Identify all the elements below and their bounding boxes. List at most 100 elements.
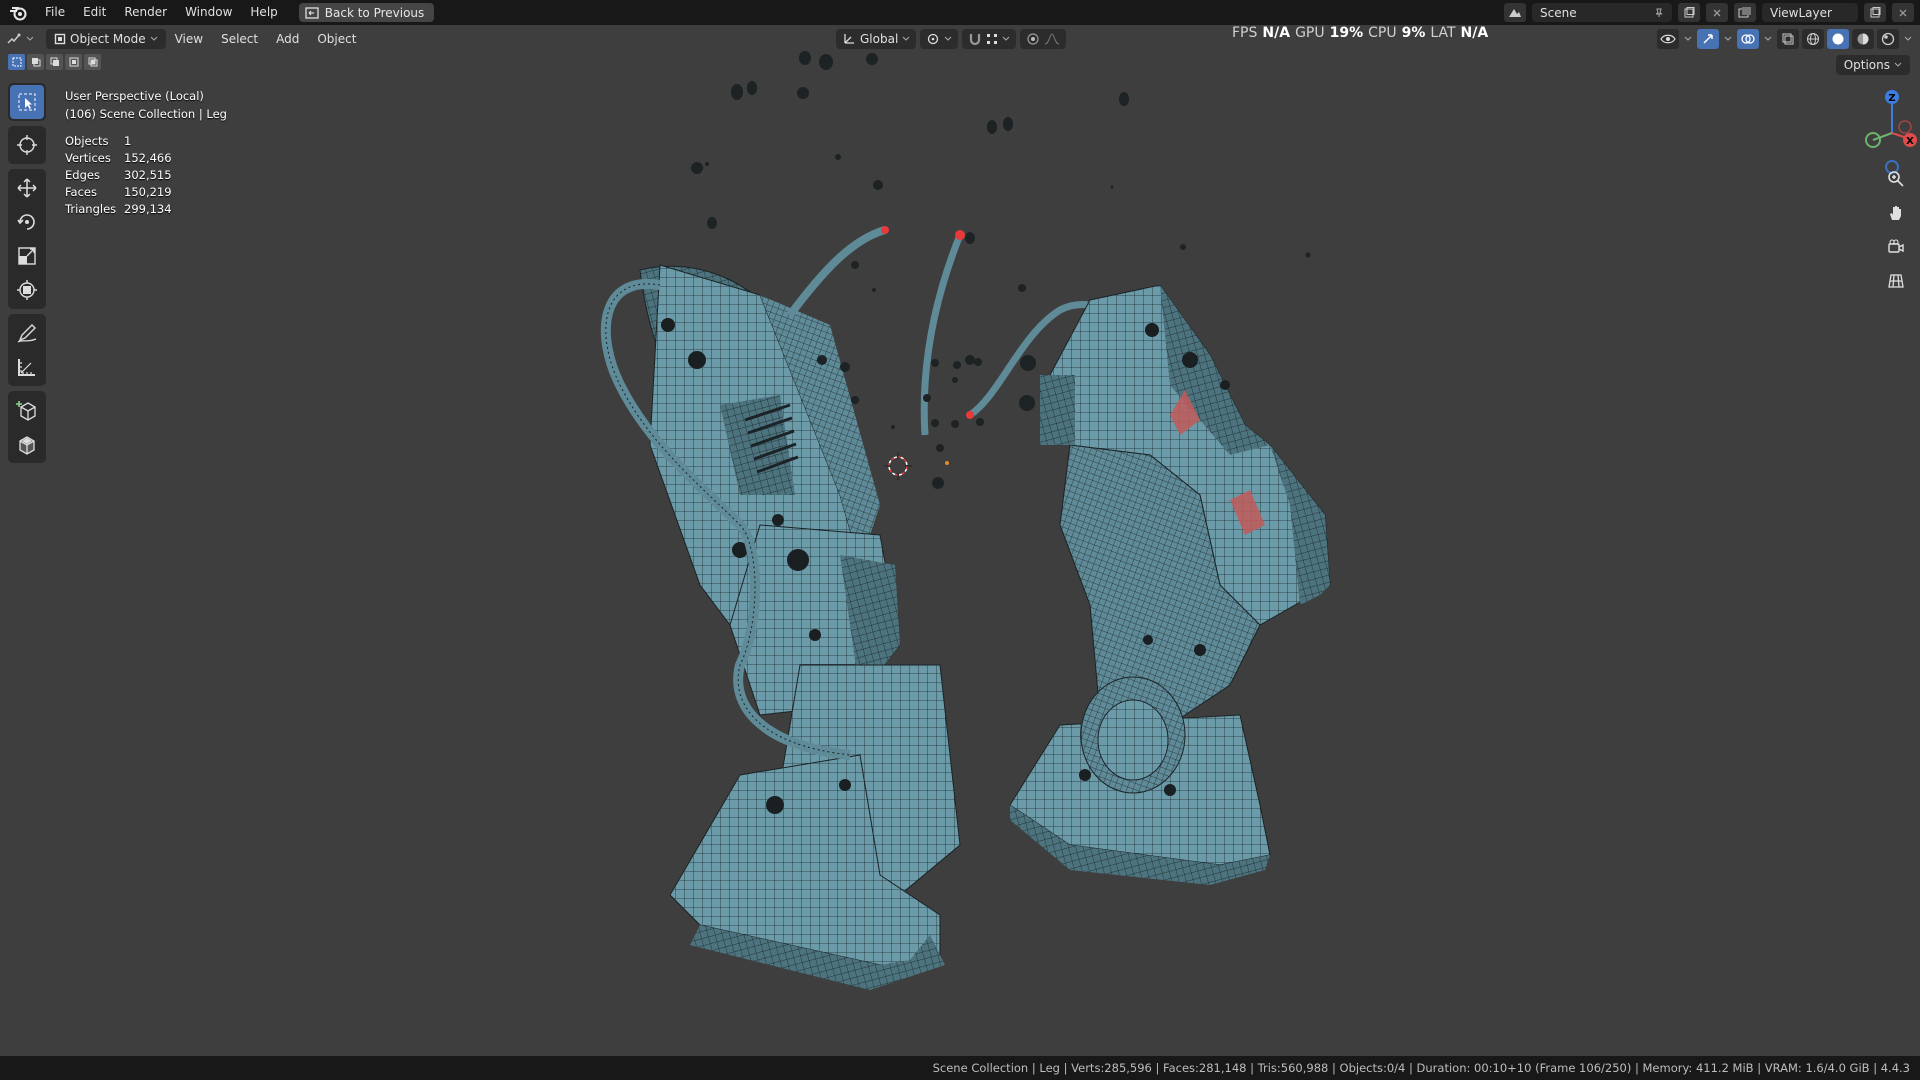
cpu-value: 9% (1401, 25, 1426, 41)
move-tool[interactable] (10, 171, 44, 205)
add-cube-tool[interactable] (10, 393, 44, 427)
stat-value: 299,134 (124, 202, 172, 216)
menu-add[interactable]: Add (267, 32, 308, 46)
scene-render (600, 51, 1331, 990)
pan-hand-icon[interactable] (1882, 199, 1910, 227)
3d-viewport[interactable]: Object Mode View Select Add Object Globa… (0, 25, 1920, 1056)
fps-label: FPS (1232, 25, 1258, 41)
select-intersect-icon[interactable] (84, 54, 101, 70)
performance-stats: FPS N/A GPU 19% CPU 9% LAT N/A (1232, 25, 1488, 43)
scene-selector-icon[interactable] (1504, 3, 1526, 22)
scene-name-field[interactable]: Scene (1532, 3, 1672, 22)
editor-type-button[interactable] (0, 29, 40, 49)
transform-tool[interactable] (10, 273, 44, 307)
new-view-layer-icon[interactable] (1864, 3, 1886, 22)
tool-group-transform (8, 169, 46, 309)
menu-render[interactable]: Render (115, 0, 176, 25)
left-leg-mesh (600, 264, 961, 990)
remove-scene-icon[interactable] (1706, 3, 1728, 22)
material-shading-icon[interactable] (1852, 29, 1874, 49)
solid-shading-icon[interactable] (1827, 29, 1849, 49)
xray-toggle-icon[interactable] (1777, 29, 1799, 49)
chevron-down-icon (944, 36, 952, 41)
top-menu-bar: File Edit Render Window Help Back to Pre… (0, 0, 1920, 25)
status-text: Scene Collection | Leg | Verts:285,596 |… (932, 1061, 1910, 1075)
menu-window[interactable]: Window (176, 0, 241, 25)
chevron-down-icon[interactable] (1722, 29, 1734, 49)
chevron-down-icon[interactable] (1682, 29, 1694, 49)
visibility-icon[interactable] (1657, 29, 1679, 49)
rotate-tool[interactable] (10, 205, 44, 239)
snap-controls[interactable] (962, 29, 1017, 49)
overlays-toggle-icon[interactable] (1737, 29, 1759, 49)
menu-file[interactable]: File (36, 0, 74, 25)
perspective-grid-icon[interactable] (1882, 267, 1910, 295)
origin-dot (945, 461, 949, 465)
stat-row: Objects 1 (65, 133, 227, 150)
selection-mode-buttons (8, 54, 101, 70)
gizmo-toggle-icon[interactable] (1697, 29, 1719, 49)
chevron-down-icon[interactable] (1762, 29, 1774, 49)
menu-object[interactable]: Object (308, 32, 365, 46)
tool-shelf (8, 83, 46, 468)
stat-label: Triangles (65, 202, 117, 216)
object-mode-dropdown[interactable]: Object Mode (46, 29, 166, 49)
ruler-icon (18, 359, 35, 376)
view-layer-field[interactable]: ViewLayer (1762, 3, 1858, 22)
measure-tool[interactable] (10, 350, 44, 384)
falloff-curve-icon (1045, 33, 1060, 45)
wireframe-shading-icon[interactable] (1802, 29, 1824, 49)
gizmo-x-label: X (1906, 136, 1914, 147)
view-layer-selector-icon[interactable] (1734, 3, 1756, 22)
rotate-icon (17, 214, 35, 230)
collection-info: (106) Scene Collection | Leg (65, 107, 227, 121)
stat-label: Objects (65, 134, 109, 148)
cursor-tool[interactable] (10, 128, 44, 162)
status-bar: Scene Collection | Leg | Verts:285,596 |… (0, 1056, 1920, 1080)
select-extend-icon[interactable] (27, 54, 44, 70)
stat-row: Vertices 152,466 (65, 150, 227, 167)
orientation-axes-icon (844, 34, 854, 44)
menu-edit[interactable]: Edit (74, 0, 115, 25)
transform-controls: Global (836, 29, 1067, 49)
snap-grid-icon (987, 34, 998, 44)
viewport-overlay-info: User Perspective (Local) (106) Scene Col… (65, 87, 227, 218)
3d-viewport-icon (7, 33, 21, 44)
menu-help[interactable]: Help (241, 0, 286, 25)
view-layer-text: ViewLayer (1770, 5, 1832, 20)
select-subtract-icon[interactable] (46, 54, 63, 70)
new-scene-icon[interactable] (1678, 3, 1700, 22)
pivot-point-dropdown[interactable] (920, 29, 959, 49)
extrude-tool[interactable] (10, 427, 44, 461)
options-dropdown[interactable]: Options (1835, 55, 1910, 75)
fps-value: N/A (1262, 25, 1291, 41)
right-leg-mesh (1009, 284, 1331, 885)
scale-tool[interactable] (10, 239, 44, 273)
chevron-down-icon (150, 36, 157, 41)
zoom-icon[interactable] (1882, 165, 1910, 193)
rendered-shading-icon[interactable] (1877, 29, 1899, 49)
add-cube-icon (16, 401, 36, 421)
select-box-tool[interactable] (10, 85, 44, 119)
back-to-previous-button[interactable]: Back to Previous (298, 3, 435, 22)
viewport-header: Object Mode View Select Add Object Globa… (0, 25, 1920, 53)
select-new-icon[interactable] (8, 54, 25, 70)
stat-value: 150,219 (124, 185, 172, 199)
menu-select[interactable]: Select (212, 32, 267, 46)
pin-icon[interactable] (1654, 8, 1664, 18)
camera-view-icon[interactable] (1882, 233, 1910, 261)
annotate-tool[interactable] (10, 316, 44, 350)
back-to-previous-label: Back to Previous (324, 5, 425, 20)
scale-icon (18, 247, 36, 265)
chevron-down-icon (26, 36, 34, 41)
remove-view-layer-icon[interactable] (1892, 3, 1914, 22)
blender-logo-icon[interactable] (0, 0, 36, 25)
chevron-down-icon[interactable] (1902, 29, 1914, 49)
move-icon (17, 178, 37, 198)
menu-view[interactable]: View (166, 32, 212, 46)
select-invert-icon[interactable] (65, 54, 82, 70)
3d-cursor (884, 452, 912, 480)
transform-orientation-dropdown[interactable]: Global (836, 29, 917, 49)
proportional-editing-controls[interactable] (1020, 29, 1067, 49)
cursor-icon (17, 135, 37, 155)
